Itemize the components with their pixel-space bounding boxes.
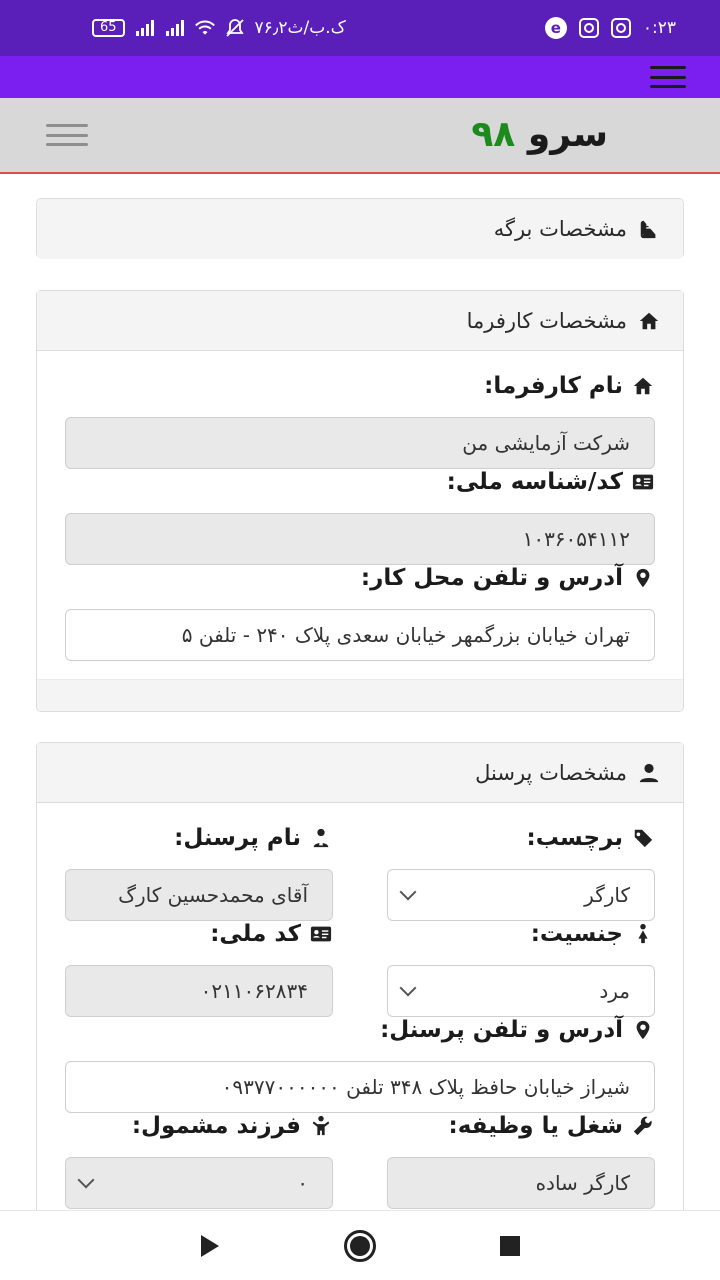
employer-name-field[interactable]: شرکت آزمایشی من [65, 417, 655, 469]
chevron-down-icon [399, 979, 417, 997]
personnel-address-label: آدرس و تلفن پرسنل: [380, 1017, 655, 1043]
personnel-card-header: مشخصات پرسنل [37, 743, 683, 803]
employer-address-label: آدرس و تلفن محل کار: [361, 565, 655, 591]
home-icon [637, 309, 661, 333]
tag-label: برچسب: [527, 825, 655, 851]
brand-text: سرو [527, 114, 608, 155]
wifi-icon [194, 18, 215, 38]
recents-button[interactable] [490, 1226, 530, 1266]
home-icon [631, 374, 655, 398]
gender-label: جنسیت: [531, 921, 655, 947]
user-tie-icon [309, 826, 333, 850]
children-select[interactable]: ۰ [65, 1157, 333, 1209]
map-marker-icon [631, 1018, 655, 1042]
employer-card-header: مشخصات کارفرما [37, 291, 683, 351]
person-dress-icon [631, 922, 655, 946]
sidebar-toggle-icon[interactable] [46, 124, 88, 146]
personnel-title: مشخصات پرسنل [475, 760, 627, 785]
status-right: e ۰:۲۳ [544, 17, 676, 39]
tag-select[interactable]: کارگر [387, 869, 655, 921]
home-circle-icon [344, 1229, 376, 1262]
national-code-label: کد ملی: [210, 921, 333, 947]
home-button[interactable] [340, 1226, 380, 1266]
job-field[interactable]: کارگر ساده [387, 1157, 655, 1209]
wrench-icon [631, 1114, 655, 1138]
instagram-icon-2 [610, 18, 631, 38]
id-card-icon [631, 470, 655, 494]
chevron-down-icon [399, 883, 417, 901]
personnel-name-field[interactable]: آقای محمدحسین کارگ [65, 869, 333, 921]
sheet-card[interactable]: مشخصات برگه [36, 198, 684, 259]
signal-icon [135, 18, 155, 38]
employer-address-field[interactable]: تهران خیابان بزرگمهر خیابان سعدی پلاک ۲۴… [65, 609, 655, 661]
gender-select[interactable]: مرد [387, 965, 655, 1017]
status-time: ۰:۲۳ [642, 18, 676, 38]
employer-national-id-field[interactable]: ۱۰۳۶۰۵۴۱۱۲ [65, 513, 655, 565]
sheet-card-header[interactable]: مشخصات برگه [37, 199, 683, 259]
personnel-address-field[interactable]: شیراز خیابان حافظ پلاک ۳۴۸ تلفن ۰۹۳۷۷۰۰۰… [65, 1061, 655, 1113]
battery-icon: 65 [92, 19, 125, 37]
book-icon [637, 217, 661, 241]
personnel-card: مشخصات پرسنل برچسب: نام پرسنل: کارگر آقا… [36, 742, 684, 1210]
square-icon [500, 1235, 520, 1256]
play-back-icon [201, 1234, 219, 1257]
sheet-title: مشخصات برگه [493, 217, 627, 241]
menu-icon[interactable] [650, 66, 686, 88]
chevron-down-icon [77, 1171, 95, 1189]
signal-icon-2 [165, 18, 185, 38]
status-left: 65 ۷۶٫۲ک.ب/ث [92, 18, 346, 38]
child-icon [309, 1114, 333, 1138]
brand-logo: سرو ۹۸ [471, 114, 608, 155]
job-label: شغل یا وظیفه: [449, 1113, 655, 1139]
employer-card: مشخصات کارفرما نام کارفرما: شرکت آزمایشی… [36, 290, 684, 712]
employer-title: مشخصات کارفرما [466, 308, 627, 333]
brand-number: ۹۸ [471, 114, 516, 155]
map-marker-icon [631, 566, 655, 590]
instagram-icon [578, 18, 599, 38]
id-card-icon [309, 922, 333, 946]
tag-icon [631, 826, 655, 850]
employer-name-label: نام کارفرما: [484, 373, 655, 399]
network-speed: ۷۶٫۲ک.ب/ث [254, 18, 346, 38]
employer-national-id-label: کد/شناسه ملی: [447, 469, 655, 495]
top-nav [0, 56, 720, 98]
mute-bell-icon [225, 18, 245, 38]
employer-card-footer [37, 679, 683, 711]
main-content: مشخصات برگه مشخصات کارفرما نام کارفرما: … [0, 176, 720, 1210]
browser-icon: e [544, 17, 567, 39]
personnel-name-label: نام پرسنل: [174, 825, 333, 851]
user-icon [637, 761, 661, 785]
back-button[interactable] [190, 1226, 230, 1266]
system-nav-bar [0, 1210, 720, 1280]
status-bar: 65 ۷۶٫۲ک.ب/ث e ۰:۲۳ [0, 0, 720, 56]
national-code-field[interactable]: ۰۲۱۱۰۶۲۸۳۴ [65, 965, 333, 1017]
app-header: سرو ۹۸ [0, 98, 720, 174]
children-label: فرزند مشمول: [132, 1113, 333, 1139]
